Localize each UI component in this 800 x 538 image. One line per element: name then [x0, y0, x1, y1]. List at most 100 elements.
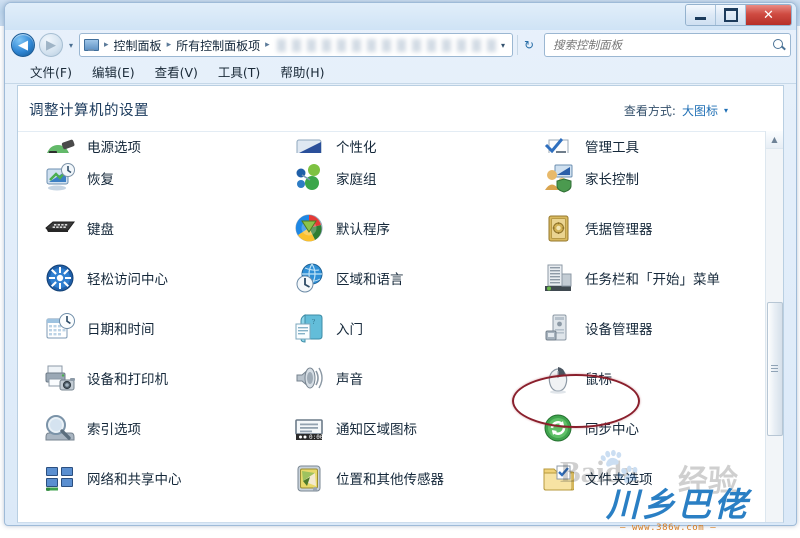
control-panel-item-label[interactable]: 凭据管理器 [585, 218, 653, 238]
control-panel-item[interactable]: 区域和语言 [267, 262, 516, 294]
forward-arrow-icon: ▶ [46, 37, 56, 53]
control-panel-item[interactable]: 位置和其他传感器 [267, 462, 516, 494]
chevron-down-icon[interactable]: ▾ [724, 106, 728, 115]
control-panel-item[interactable]: 个性化 [267, 135, 516, 153]
control-panel-item[interactable]: 键盘 [18, 212, 267, 244]
refresh-button[interactable]: ↻ [517, 35, 540, 55]
scrollbar-grip-icon [771, 365, 778, 372]
control-panel-item-label[interactable]: 鼠标 [585, 368, 612, 388]
title-bar[interactable]: ✕ [5, 3, 796, 30]
menu-edit[interactable]: 编辑(E) [89, 61, 138, 82]
control-panel-item-label[interactable]: 家长控制 [585, 168, 639, 188]
refresh-icon: ↻ [523, 38, 535, 52]
breadcrumb-separator-2[interactable]: ▸ [262, 40, 273, 50]
view-by-control: 查看方式: 大图标 ▾ [624, 102, 728, 119]
recovery-icon [44, 162, 76, 194]
search-input[interactable] [551, 37, 772, 53]
control-panel-window: ✕ ◀ ▶ ▾ ▸ 控制面板 ▸ 所有控制面板项 ▸ ▾ ↻ 搜索控制面板 文件… [4, 2, 797, 526]
control-panel-item-label[interactable]: 通知区域图标 [336, 418, 417, 438]
control-panel-item[interactable]: ? 入门 [267, 312, 516, 344]
recent-locations-button[interactable]: ▾ [67, 41, 75, 50]
control-panel-item-label[interactable]: 恢复 [87, 168, 114, 188]
icon-row: 电源选项 个性化 管理工具 [18, 131, 766, 153]
control-panel-item[interactable]: 设备管理器 [516, 312, 765, 344]
control-panel-item[interactable]: 0:00 通知区域图标 [267, 412, 516, 444]
control-panel-item[interactable]: 同步中心 [516, 412, 765, 444]
control-panel-item-label[interactable]: 位置和其他传感器 [336, 468, 444, 488]
close-button[interactable]: ✕ [746, 5, 791, 25]
control-panel-item-label[interactable]: 入门 [336, 318, 363, 338]
control-panel-item-label[interactable]: 设备管理器 [585, 318, 653, 338]
window-controls: ✕ [685, 4, 792, 26]
control-panel-item[interactable]: 设备和打印机 [18, 362, 267, 394]
breadcrumb-control-panel[interactable]: 控制面板 [112, 37, 164, 54]
scroll-up-button[interactable]: ▲ [766, 131, 783, 149]
control-panel-item[interactable]: 文件夹选项 [516, 462, 765, 494]
address-dropdown-icon[interactable]: ▾ [496, 41, 510, 50]
ease-of-access-icon [44, 262, 76, 294]
search-icon [772, 38, 786, 52]
control-panel-item-label[interactable]: 索引选项 [87, 418, 141, 438]
forward-button[interactable]: ▶ [39, 33, 63, 57]
view-by-value[interactable]: 大图标 [682, 102, 718, 119]
control-panel-item-label[interactable]: 键盘 [87, 218, 114, 238]
control-panel-icon [83, 38, 100, 52]
address-bar[interactable]: ▸ 控制面板 ▸ 所有控制面板项 ▸ ▾ [79, 33, 513, 57]
control-panel-item[interactable]: 默认程序 [267, 212, 516, 244]
administrative-tools-icon [542, 135, 574, 153]
taskbar-start-menu-icon [542, 262, 574, 294]
control-panel-item[interactable]: 声音 [267, 362, 516, 394]
menu-help[interactable]: 帮助(H) [277, 61, 327, 82]
maximize-button[interactable] [716, 5, 746, 25]
keyboard-icon [44, 212, 76, 244]
vertical-scrollbar[interactable]: ▲ [765, 131, 783, 522]
icon-row: 设备和打印机 声音 鼠标 [18, 353, 766, 403]
control-panel-item-label[interactable]: 默认程序 [336, 218, 390, 238]
control-panel-item[interactable]: 任务栏和「开始」菜单 [516, 262, 765, 294]
network-sharing-center-icon [44, 462, 76, 494]
control-panel-item-label[interactable]: 区域和语言 [336, 268, 404, 288]
control-panel-item-label[interactable]: 同步中心 [585, 418, 639, 438]
control-panel-item[interactable]: 凭据管理器 [516, 212, 765, 244]
breadcrumb-all-items[interactable]: 所有控制面板项 [174, 37, 262, 54]
icon-row: 日期和时间 ? 入门 设备管理器 [18, 303, 766, 353]
triangle-up-icon: ▲ [771, 135, 778, 144]
breadcrumb-separator-1[interactable]: ▸ [164, 40, 175, 50]
control-panel-item-label[interactable]: 声音 [336, 368, 363, 388]
control-panel-item[interactable]: 电源选项 [18, 135, 267, 153]
control-panel-item-label[interactable]: 文件夹选项 [585, 468, 653, 488]
control-panel-item-label[interactable]: 任务栏和「开始」菜单 [585, 268, 720, 288]
control-panel-item[interactable]: 家庭组 [267, 162, 516, 194]
control-panel-item-label[interactable]: 个性化 [336, 136, 377, 153]
parental-controls-icon [542, 162, 574, 194]
page-title: 调整计算机的设置 [29, 103, 149, 119]
search-box[interactable] [544, 33, 791, 57]
control-panel-item[interactable]: 家长控制 [516, 162, 765, 194]
menu-tools[interactable]: 工具(T) [215, 61, 263, 82]
minimize-button[interactable] [686, 5, 716, 25]
icon-row: 恢复 家庭组 家长控制 [18, 153, 766, 203]
control-panel-item-label[interactable]: 管理工具 [585, 136, 639, 153]
menu-file[interactable]: 文件(F) [27, 61, 75, 82]
control-panel-item[interactable]: 恢复 [18, 162, 267, 194]
control-panel-item-label[interactable]: 网络和共享中心 [87, 468, 182, 488]
control-panel-item[interactable]: 索引选项 [18, 412, 267, 444]
control-panel-item-label[interactable]: 轻松访问中心 [87, 268, 168, 288]
control-panel-item[interactable]: 日期和时间 [18, 312, 267, 344]
chevron-down-icon: ▾ [69, 40, 74, 50]
sync-center-icon [542, 412, 574, 444]
scrollbar-thumb[interactable] [767, 302, 783, 436]
control-panel-item[interactable]: 鼠标 [516, 362, 765, 394]
content-pane: 调整计算机的设置 查看方式: 大图标 ▾ 电源选项 个性化 管理工具恢复 家庭组 家长控… [17, 85, 784, 523]
control-panel-item-label[interactable]: 设备和打印机 [87, 368, 168, 388]
menu-view[interactable]: 查看(V) [152, 61, 201, 82]
control-panel-item-label[interactable]: 电源选项 [87, 136, 141, 153]
back-button[interactable]: ◀ [11, 33, 35, 57]
control-panel-item-label[interactable]: 家庭组 [336, 168, 377, 188]
menu-bar: 文件(F) 编辑(E) 查看(V) 工具(T) 帮助(H) [5, 60, 796, 84]
control-panel-item[interactable]: 管理工具 [516, 135, 765, 153]
pane-header: 调整计算机的设置 查看方式: 大图标 ▾ [18, 86, 783, 132]
control-panel-item[interactable]: 网络和共享中心 [18, 462, 267, 494]
control-panel-item[interactable]: 轻松访问中心 [18, 262, 267, 294]
control-panel-item-label[interactable]: 日期和时间 [87, 318, 155, 338]
